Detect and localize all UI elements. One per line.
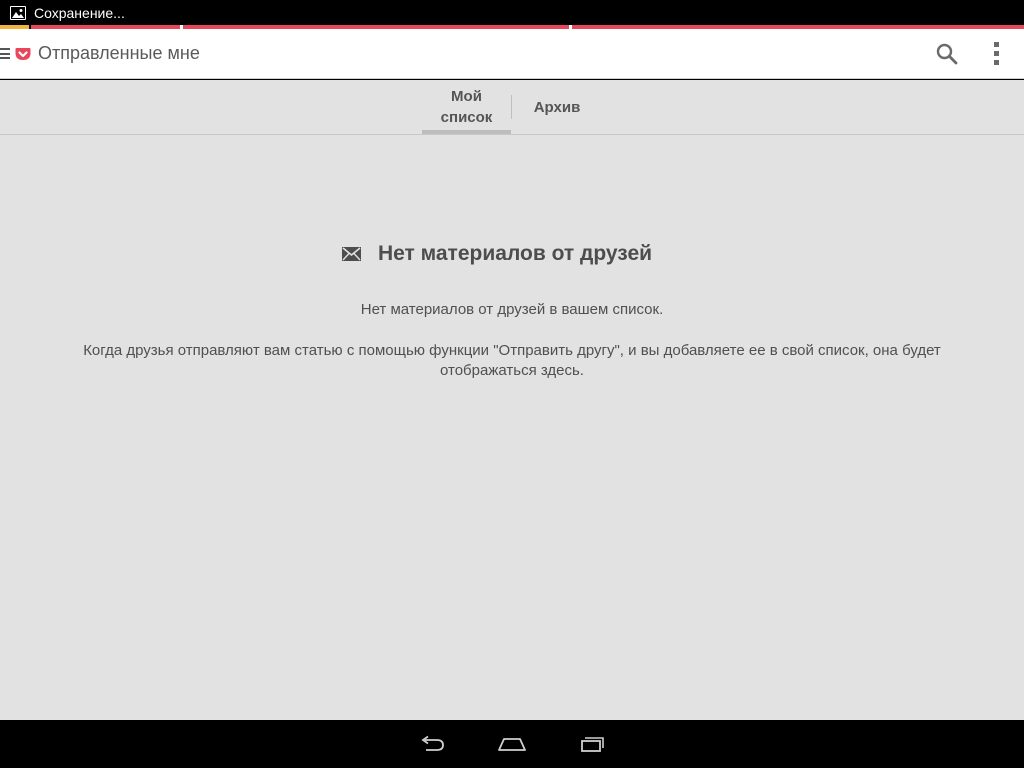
pocket-logo-icon[interactable] bbox=[15, 47, 31, 61]
mail-icon bbox=[341, 247, 361, 261]
recents-icon bbox=[581, 737, 604, 752]
empty-state-message: Нет материалов от друзей в вашем список. bbox=[360, 301, 664, 318]
tab-my-list-label: Мой список bbox=[440, 88, 493, 126]
status-text: Сохранение... bbox=[34, 4, 125, 21]
tab-archive[interactable]: Архив bbox=[512, 80, 602, 134]
page-title: Отправленные мне bbox=[38, 43, 200, 63]
tab-my-list[interactable]: Мой список bbox=[422, 80, 511, 134]
status-bar: Сохранение... bbox=[0, 0, 1024, 25]
main-content: Мой список Архив Нет материалов от друзе… bbox=[0, 80, 1024, 720]
hamburger-icon[interactable] bbox=[0, 48, 10, 59]
navigation-bar bbox=[0, 720, 1024, 768]
back-button[interactable] bbox=[412, 732, 452, 756]
home-icon bbox=[498, 738, 526, 751]
recents-button[interactable] bbox=[573, 732, 613, 756]
back-icon bbox=[421, 735, 444, 751]
tab-active-indicator bbox=[422, 130, 511, 134]
empty-state-description: Когда друзья отправляют вам статью с пом… bbox=[83, 342, 941, 379]
empty-state-title: Нет материалов от друзей bbox=[377, 242, 653, 265]
home-button[interactable] bbox=[492, 732, 532, 756]
image-icon bbox=[10, 5, 26, 20]
screen: Сохранение... Отправленные мне Мой списо… bbox=[0, 0, 1024, 768]
search-button[interactable] bbox=[932, 39, 962, 69]
app-bar: Отправленные мне bbox=[0, 29, 1024, 79]
empty-state-header: Нет материалов от друзей bbox=[0, 242, 1024, 266]
overflow-menu-icon[interactable] bbox=[988, 39, 1004, 69]
search-icon bbox=[936, 43, 958, 64]
tabs-bar: Мой список Архив bbox=[0, 80, 1024, 135]
tab-archive-label: Архив bbox=[533, 98, 581, 116]
